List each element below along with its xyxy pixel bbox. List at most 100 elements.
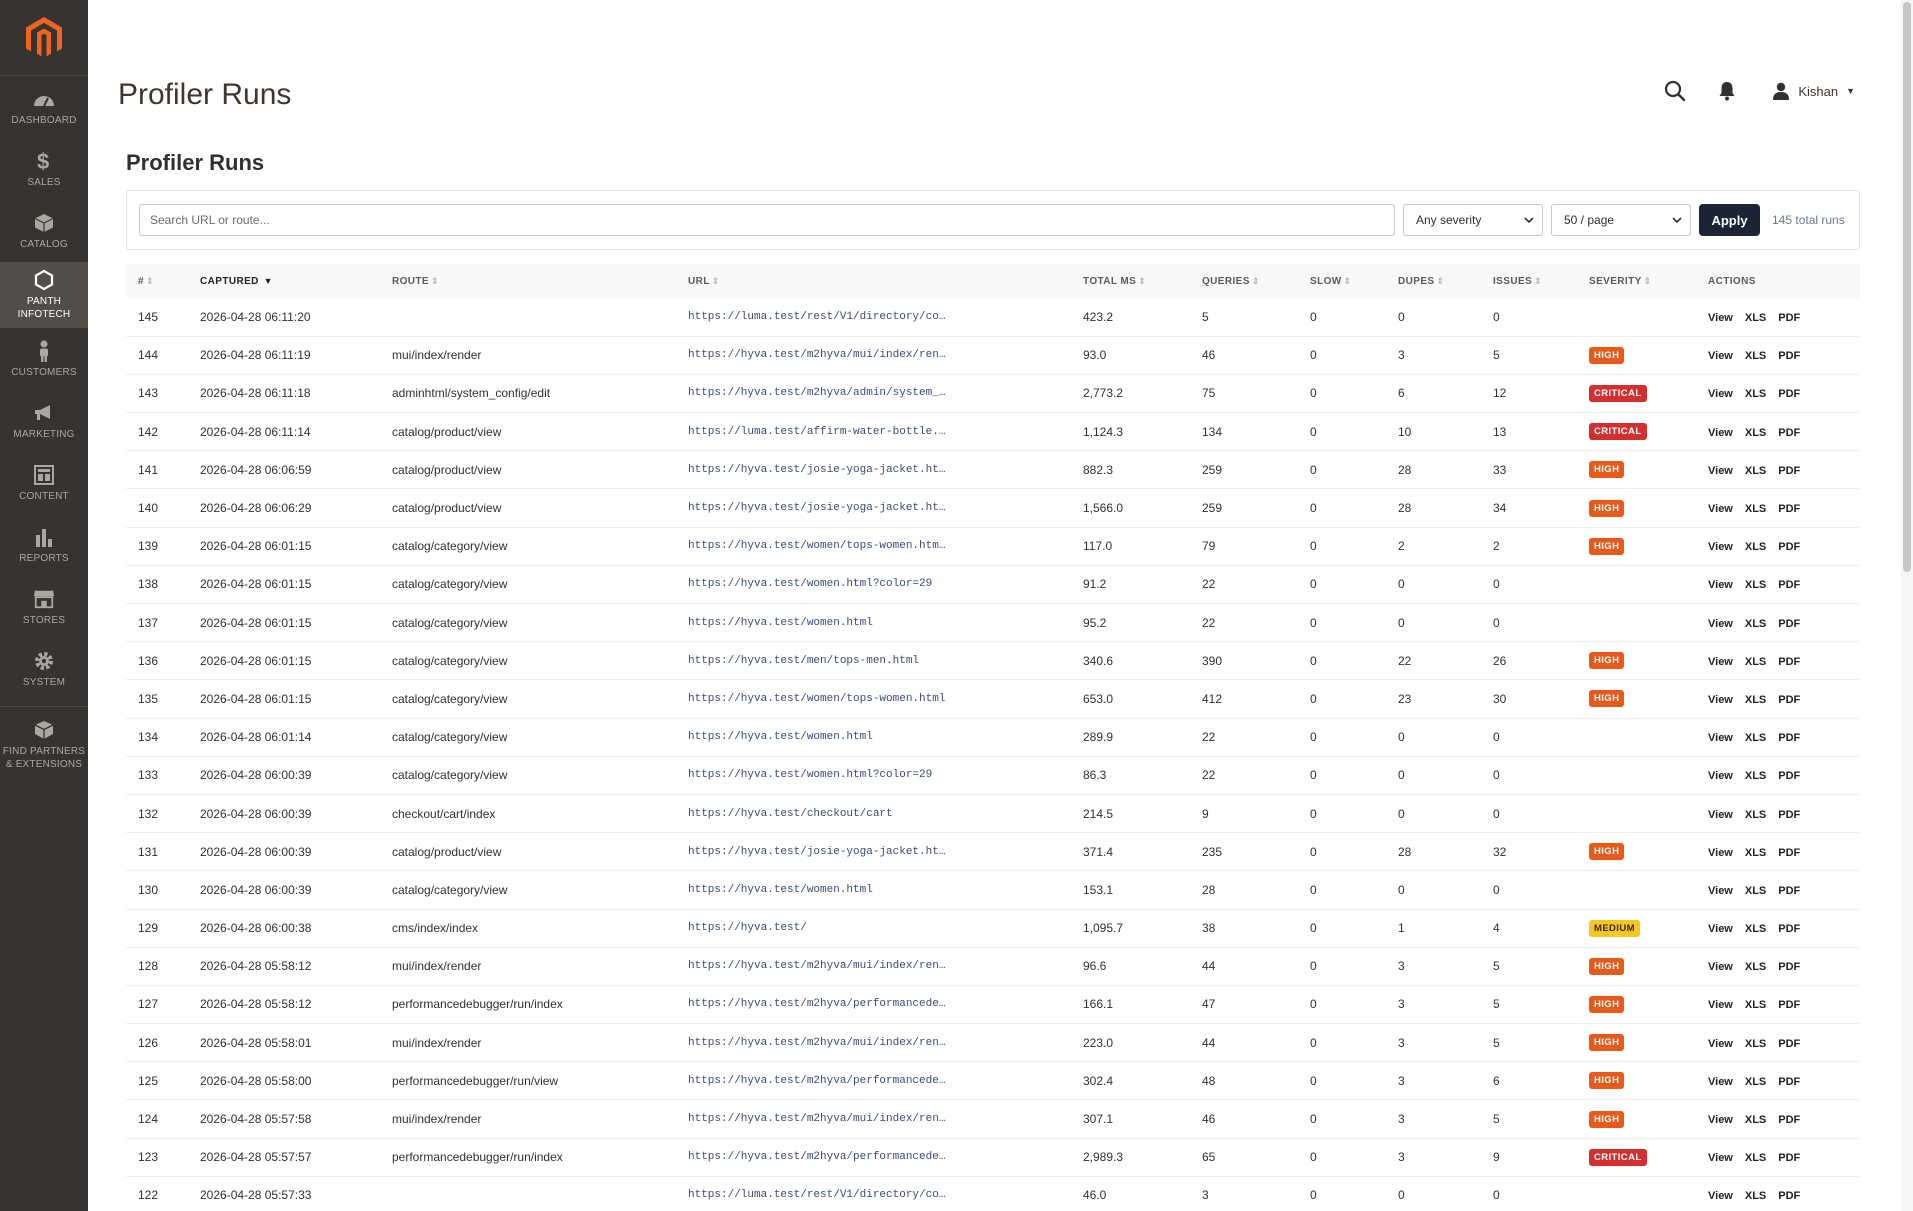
- cell-url[interactable]: https://hyva.test/m2hyva/performancede…: [676, 985, 1071, 1025]
- view-link[interactable]: View: [1708, 312, 1733, 324]
- xls-link[interactable]: XLS: [1745, 618, 1766, 630]
- pdf-link[interactable]: PDF: [1778, 923, 1800, 935]
- pdf-link[interactable]: PDF: [1778, 427, 1800, 439]
- pdf-link[interactable]: PDF: [1778, 1114, 1800, 1126]
- xls-link[interactable]: XLS: [1745, 923, 1766, 935]
- xls-link[interactable]: XLS: [1745, 999, 1766, 1011]
- sidebar-item-reports[interactable]: REPORTS: [0, 514, 88, 576]
- xls-link[interactable]: XLS: [1745, 885, 1766, 897]
- sidebar-item-customers[interactable]: CUSTOMERS: [0, 328, 88, 390]
- cell-url[interactable]: https://hyva.test/m2hyva/performancede…: [676, 1138, 1071, 1177]
- pdf-link[interactable]: PDF: [1778, 694, 1800, 706]
- cell-url[interactable]: https://hyva.test/josie-yoga-jacket.ht…: [676, 832, 1071, 872]
- view-link[interactable]: View: [1708, 847, 1733, 859]
- pdf-link[interactable]: PDF: [1778, 579, 1800, 591]
- view-link[interactable]: View: [1708, 618, 1733, 630]
- pdf-link[interactable]: PDF: [1778, 770, 1800, 782]
- col-header-severity[interactable]: SEVERITY ⇕: [1577, 264, 1696, 298]
- view-link[interactable]: View: [1708, 541, 1733, 553]
- pdf-link[interactable]: PDF: [1778, 350, 1800, 362]
- view-link[interactable]: View: [1708, 923, 1733, 935]
- page-scrollbar[interactable]: [1901, 0, 1913, 1211]
- xls-link[interactable]: XLS: [1745, 503, 1766, 515]
- pdf-link[interactable]: PDF: [1778, 1152, 1800, 1164]
- view-link[interactable]: View: [1708, 999, 1733, 1011]
- global-search-button[interactable]: [1664, 80, 1686, 102]
- cell-url[interactable]: https://hyva.test/men/tops-men.html: [676, 641, 1071, 681]
- per-page-select[interactable]: 50 / page: [1551, 204, 1691, 236]
- view-link[interactable]: View: [1708, 1076, 1733, 1088]
- xls-link[interactable]: XLS: [1745, 1190, 1766, 1202]
- xls-link[interactable]: XLS: [1745, 694, 1766, 706]
- cell-url[interactable]: https://luma.test/affirm-water-bottle.…: [676, 412, 1071, 452]
- view-link[interactable]: View: [1708, 732, 1733, 744]
- col-header-total-ms[interactable]: TOTAL MS ⇕: [1071, 264, 1190, 298]
- cell-url[interactable]: https://hyva.test/m2hyva/performancede…: [676, 1061, 1071, 1101]
- search-input[interactable]: [139, 204, 1395, 236]
- view-link[interactable]: View: [1708, 770, 1733, 782]
- col-header-id[interactable]: # ⇕: [126, 264, 188, 298]
- sidebar-item-dashboard[interactable]: DASHBOARD: [0, 76, 88, 138]
- pdf-link[interactable]: PDF: [1778, 312, 1800, 324]
- col-header-url[interactable]: URL ⇕: [676, 264, 1071, 298]
- pdf-link[interactable]: PDF: [1778, 1190, 1800, 1202]
- magento-logo[interactable]: [0, 0, 88, 76]
- pdf-link[interactable]: PDF: [1778, 503, 1800, 515]
- view-link[interactable]: View: [1708, 961, 1733, 973]
- pdf-link[interactable]: PDF: [1778, 732, 1800, 744]
- xls-link[interactable]: XLS: [1745, 656, 1766, 668]
- view-link[interactable]: View: [1708, 388, 1733, 400]
- apply-button[interactable]: Apply: [1699, 204, 1760, 236]
- xls-link[interactable]: XLS: [1745, 579, 1766, 591]
- view-link[interactable]: View: [1708, 1114, 1733, 1126]
- xls-link[interactable]: XLS: [1745, 732, 1766, 744]
- col-header-dupes[interactable]: DUPES ⇕: [1386, 264, 1481, 298]
- pdf-link[interactable]: PDF: [1778, 1076, 1800, 1088]
- sidebar-item-content[interactable]: CONTENT: [0, 452, 88, 514]
- xls-link[interactable]: XLS: [1745, 388, 1766, 400]
- cell-url[interactable]: https://hyva.test/m2hyva/mui/index/ren…: [676, 947, 1071, 986]
- pdf-link[interactable]: PDF: [1778, 541, 1800, 553]
- pdf-link[interactable]: PDF: [1778, 961, 1800, 973]
- col-header-slow[interactable]: SLOW ⇕: [1298, 264, 1386, 298]
- cell-url[interactable]: https://hyva.test/m2hyva/mui/index/ren…: [676, 1023, 1071, 1063]
- pdf-link[interactable]: PDF: [1778, 885, 1800, 897]
- cell-url[interactable]: https://hyva.test/: [676, 909, 1071, 948]
- scrollbar-thumb[interactable]: [1903, 2, 1911, 572]
- xls-link[interactable]: XLS: [1745, 961, 1766, 973]
- col-header-captured[interactable]: CAPTURED ▼: [188, 264, 380, 298]
- cell-url[interactable]: https://hyva.test/women.html?color=29: [676, 756, 1071, 795]
- xls-link[interactable]: XLS: [1745, 1152, 1766, 1164]
- cell-url[interactable]: https://hyva.test/josie-yoga-jacket.ht…: [676, 488, 1071, 528]
- view-link[interactable]: View: [1708, 503, 1733, 515]
- pdf-link[interactable]: PDF: [1778, 618, 1800, 630]
- pdf-link[interactable]: PDF: [1778, 656, 1800, 668]
- notifications-button[interactable]: [1716, 80, 1738, 102]
- sidebar-item-find-partners[interactable]: FIND PARTNERS & EXTENSIONS: [0, 706, 88, 782]
- pdf-link[interactable]: PDF: [1778, 465, 1800, 477]
- xls-link[interactable]: XLS: [1745, 541, 1766, 553]
- view-link[interactable]: View: [1708, 1190, 1733, 1202]
- view-link[interactable]: View: [1708, 1038, 1733, 1050]
- cell-url[interactable]: https://hyva.test/women.html: [676, 603, 1071, 643]
- view-link[interactable]: View: [1708, 656, 1733, 668]
- cell-url[interactable]: https://luma.test/rest/V1/directory/co…: [676, 298, 1071, 337]
- cell-url[interactable]: https://hyva.test/women/tops-women.html: [676, 679, 1071, 719]
- xls-link[interactable]: XLS: [1745, 1076, 1766, 1088]
- pdf-link[interactable]: PDF: [1778, 999, 1800, 1011]
- sidebar-item-panth-infotech[interactable]: PANTH INFOTECH: [0, 262, 88, 328]
- pdf-link[interactable]: PDF: [1778, 388, 1800, 400]
- view-link[interactable]: View: [1708, 1152, 1733, 1164]
- user-menu[interactable]: Kishan ▼: [1772, 82, 1855, 100]
- cell-url[interactable]: https://hyva.test/josie-yoga-jacket.ht…: [676, 450, 1071, 490]
- sidebar-item-catalog[interactable]: CATALOG: [0, 200, 88, 262]
- view-link[interactable]: View: [1708, 579, 1733, 591]
- xls-link[interactable]: XLS: [1745, 350, 1766, 362]
- xls-link[interactable]: XLS: [1745, 1114, 1766, 1126]
- cell-url[interactable]: https://hyva.test/women.html: [676, 718, 1071, 757]
- pdf-link[interactable]: PDF: [1778, 809, 1800, 821]
- cell-url[interactable]: https://hyva.test/women.html: [676, 870, 1071, 910]
- xls-link[interactable]: XLS: [1745, 1038, 1766, 1050]
- xls-link[interactable]: XLS: [1745, 770, 1766, 782]
- view-link[interactable]: View: [1708, 885, 1733, 897]
